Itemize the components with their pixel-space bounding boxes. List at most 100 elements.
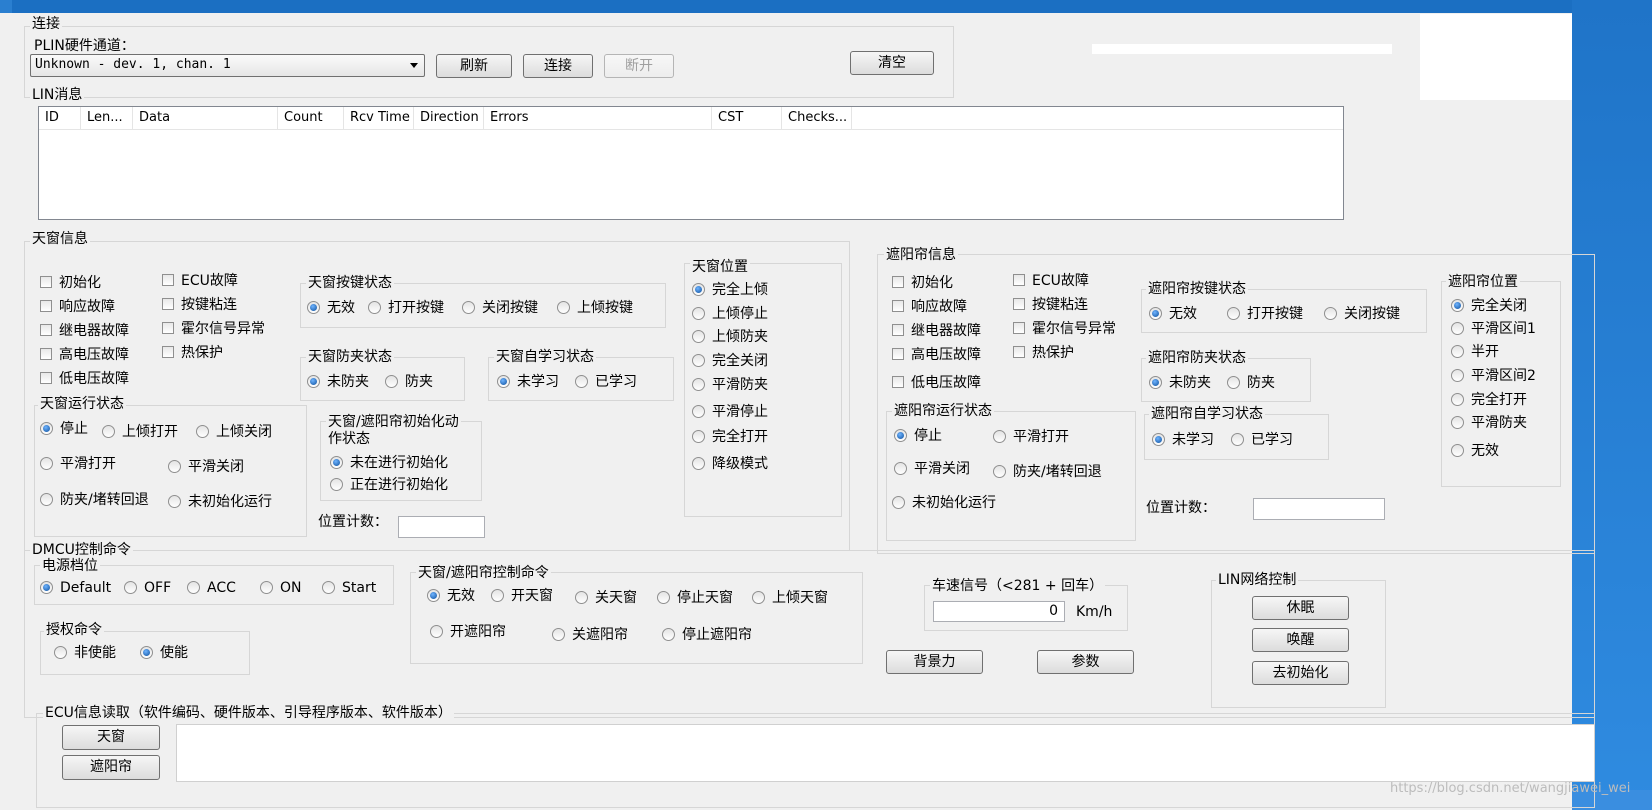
shade-position-radio[interactable]: 半开 (1451, 344, 1499, 360)
sunroof-run-radio[interactable]: 未初始化运行 (168, 494, 272, 510)
sunroof-run-radio[interactable]: 上倾关闭 (196, 424, 272, 440)
shade-key-state-radio[interactable]: 关闭按键 (1324, 306, 1400, 322)
column-header[interactable]: Data (133, 107, 278, 129)
column-header[interactable]: CST (712, 107, 782, 129)
shade-position-radio[interactable]: 平滑防夹 (1451, 415, 1527, 431)
shade-run-radio[interactable]: 平滑关闭 (894, 461, 970, 477)
sunroof-position-radio[interactable]: 完全上倾 (692, 282, 768, 298)
sunroof-run-radio[interactable]: 防夹/堵转回退 (40, 492, 149, 508)
sunroof-key-state-radio[interactable]: 上倾按键 (557, 300, 633, 316)
sunroof-position-radio[interactable]: 上倾防夹 (692, 329, 768, 345)
power-level-radio[interactable]: ON (260, 580, 302, 596)
control-command-radio[interactable]: 上倾天窗 (752, 590, 828, 606)
shade-run-radio[interactable]: 平滑打开 (993, 429, 1069, 445)
init-state-radio[interactable]: 未在进行初始化 (330, 455, 448, 471)
sunroof-key-state-radio[interactable]: 打开按键 (368, 300, 444, 316)
sunroof-learn-radio[interactable]: 未学习 (497, 374, 559, 390)
shade-fault-checkbox[interactable]: 高电压故障 (892, 347, 981, 363)
sunroof-position-radio[interactable]: 平滑停止 (692, 404, 768, 420)
shade-pinch-radio[interactable]: 未防夹 (1149, 375, 1211, 391)
sunroof-run-radio[interactable]: 平滑打开 (40, 456, 116, 472)
power-level-radio[interactable]: Start (322, 580, 376, 596)
sunroof-pinch-radio[interactable]: 防夹 (385, 374, 433, 390)
init-state-radio[interactable]: 正在进行初始化 (330, 477, 448, 493)
clear-button[interactable]: 清空 (850, 51, 934, 75)
shade-run-radio[interactable]: 未初始化运行 (892, 495, 996, 511)
shade-position-radio[interactable]: 无效 (1451, 443, 1499, 459)
shade-learn-radio[interactable]: 已学习 (1231, 432, 1293, 448)
shade-fault-checkbox[interactable]: 响应故障 (892, 299, 967, 315)
fault-checkbox[interactable]: 按键粘连 (162, 297, 237, 313)
sunroof-position-radio[interactable]: 平滑防夹 (692, 377, 768, 393)
sunroof-run-radio[interactable]: 平滑关闭 (168, 459, 244, 475)
shade-fault-checkbox[interactable]: ECU故障 (1013, 273, 1089, 289)
shade-fault-checkbox[interactable]: 按键粘连 (1013, 297, 1088, 313)
shade-key-state-radio[interactable]: 打开按键 (1227, 306, 1303, 322)
column-header[interactable]: Rcv Time (344, 107, 414, 129)
sunroof-position-radio[interactable]: 完全打开 (692, 429, 768, 445)
ecu-shade-button[interactable]: 遮阳帘 (62, 755, 160, 780)
power-level-radio[interactable]: OFF (124, 580, 171, 596)
control-command-radio[interactable]: 开遮阳帘 (430, 624, 506, 640)
auth-radio[interactable]: 使能 (140, 645, 188, 661)
shade-fault-checkbox[interactable]: 霍尔信号异常 (1013, 321, 1116, 337)
shade-run-radio[interactable]: 停止 (894, 428, 942, 444)
shade-fault-checkbox[interactable]: 初始化 (892, 275, 953, 291)
deinit-button[interactable]: 去初始化 (1252, 661, 1349, 685)
shade-learn-radio[interactable]: 未学习 (1152, 432, 1214, 448)
sunroof-position-radio[interactable]: 上倾停止 (692, 306, 768, 322)
control-command-radio[interactable]: 开天窗 (491, 588, 553, 604)
power-level-radio[interactable]: Default (40, 580, 111, 596)
channel-select[interactable]: Unknown - dev. 1, chan. 1 (30, 54, 425, 77)
connect-button[interactable]: 连接 (523, 54, 593, 78)
power-level-radio[interactable]: ACC (187, 580, 236, 596)
column-header[interactable]: Len... (81, 107, 133, 129)
sunroof-pos-count-field[interactable] (398, 516, 485, 538)
control-command-radio[interactable]: 关天窗 (575, 590, 637, 606)
sunroof-position-radio[interactable]: 降级模式 (692, 456, 768, 472)
shade-fault-checkbox[interactable]: 低电压故障 (892, 375, 981, 391)
backlight-button[interactable]: 背景力 (886, 650, 983, 674)
sunroof-learn-radio[interactable]: 已学习 (575, 374, 637, 390)
control-command-radio[interactable]: 停止天窗 (657, 590, 733, 606)
refresh-button[interactable]: 刷新 (436, 54, 512, 78)
column-header[interactable]: Errors (484, 107, 712, 129)
shade-pos-count-field[interactable] (1253, 498, 1385, 520)
lin-message-table[interactable]: ID Len... Data Count Rcv Time Direction … (38, 106, 1344, 220)
sunroof-pinch-radio[interactable]: 未防夹 (307, 374, 369, 390)
column-header[interactable]: Count (278, 107, 344, 129)
sunroof-run-radio[interactable]: 停止 (40, 421, 88, 437)
fault-checkbox[interactable]: 初始化 (40, 275, 101, 291)
shade-pinch-radio[interactable]: 防夹 (1227, 375, 1275, 391)
column-header[interactable]: Checks... (782, 107, 852, 129)
fault-checkbox[interactable]: 霍尔信号异常 (162, 321, 265, 337)
fault-checkbox[interactable]: 低电压故障 (40, 371, 129, 387)
control-command-radio[interactable]: 无效 (427, 588, 475, 604)
sleep-button[interactable]: 休眠 (1252, 596, 1349, 620)
shade-position-radio[interactable]: 平滑区间1 (1451, 321, 1536, 337)
fault-checkbox[interactable]: ECU故障 (162, 273, 238, 289)
shade-position-radio[interactable]: 完全关闭 (1451, 298, 1527, 314)
column-header[interactable]: ID (39, 107, 81, 129)
sunroof-key-state-radio[interactable]: 无效 (307, 300, 355, 316)
fault-checkbox[interactable]: 响应故障 (40, 299, 115, 315)
ecu-info-output[interactable] (176, 724, 1595, 782)
fault-checkbox[interactable]: 高电压故障 (40, 347, 129, 363)
shade-key-state-radio[interactable]: 无效 (1149, 306, 1197, 322)
speed-input[interactable]: 0 (933, 601, 1065, 622)
fault-checkbox[interactable]: 热保护 (162, 345, 223, 361)
column-header[interactable]: Direction (414, 107, 484, 129)
shade-run-radio[interactable]: 防夹/堵转回退 (993, 464, 1102, 480)
control-command-radio[interactable]: 停止遮阳帘 (662, 627, 752, 643)
sunroof-key-state-radio[interactable]: 关闭按键 (462, 300, 538, 316)
ecu-sunroof-button[interactable]: 天窗 (62, 725, 160, 750)
auth-radio[interactable]: 非使能 (54, 645, 116, 661)
params-button[interactable]: 参数 (1037, 650, 1134, 674)
shade-position-radio[interactable]: 完全打开 (1451, 392, 1527, 408)
shade-fault-checkbox[interactable]: 继电器故障 (892, 323, 981, 339)
sunroof-run-radio[interactable]: 上倾打开 (102, 424, 178, 440)
shade-position-radio[interactable]: 平滑区间2 (1451, 368, 1536, 384)
control-command-radio[interactable]: 关遮阳帘 (552, 627, 628, 643)
disconnect-button[interactable]: 断开 (604, 54, 674, 78)
shade-fault-checkbox[interactable]: 热保护 (1013, 345, 1074, 361)
